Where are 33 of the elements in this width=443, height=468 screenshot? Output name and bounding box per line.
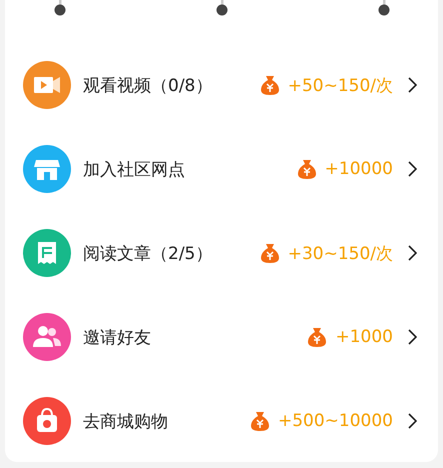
chevron-right-icon bbox=[407, 329, 417, 345]
money-bag-icon bbox=[296, 158, 317, 180]
task-title: 加入社区网点 bbox=[83, 158, 186, 180]
shopping-bag-icon bbox=[23, 397, 71, 445]
chevron-right-icon bbox=[407, 245, 417, 261]
reward-amount: +10000 bbox=[324, 159, 393, 179]
shop-icon bbox=[23, 145, 71, 193]
money-bag-icon bbox=[260, 242, 280, 264]
video-camera-icon bbox=[23, 61, 71, 109]
chevron-right-icon bbox=[407, 413, 417, 429]
binder-ring-icon bbox=[378, 0, 390, 16]
task-title: 去商城购物 bbox=[83, 410, 169, 432]
task-title: 阅读文章（2/5） bbox=[83, 242, 214, 264]
task-title: 观看视频（0/8） bbox=[83, 74, 214, 96]
task-row[interactable]: 加入社区网点 +10000 bbox=[5, 127, 438, 211]
reward-amount: +30~150/次 bbox=[288, 242, 393, 264]
money-bag-icon bbox=[250, 410, 270, 432]
reward-amount: +50~150/次 bbox=[288, 74, 393, 96]
chevron-right-icon bbox=[407, 77, 417, 93]
money-bag-icon bbox=[260, 74, 280, 96]
reward-amount: +500~10000 bbox=[278, 411, 393, 431]
people-icon bbox=[23, 313, 71, 361]
binder-ring-icon bbox=[216, 0, 228, 16]
task-title: 邀请好友 bbox=[83, 326, 152, 348]
task-row[interactable]: 去商城购物 +500~10000 bbox=[5, 379, 438, 463]
chevron-right-icon bbox=[407, 161, 417, 177]
reward-amount: +1000 bbox=[335, 327, 393, 347]
task-row[interactable]: 阅读文章（2/5） +30~150/次 bbox=[5, 211, 438, 295]
task-row[interactable]: 邀请好友 +1000 bbox=[5, 295, 438, 379]
task-row[interactable]: 观看视频（0/8） +50~150/次 bbox=[5, 43, 438, 127]
money-bag-icon bbox=[307, 326, 328, 348]
document-icon bbox=[23, 229, 71, 277]
binder-ring-icon bbox=[54, 0, 66, 16]
